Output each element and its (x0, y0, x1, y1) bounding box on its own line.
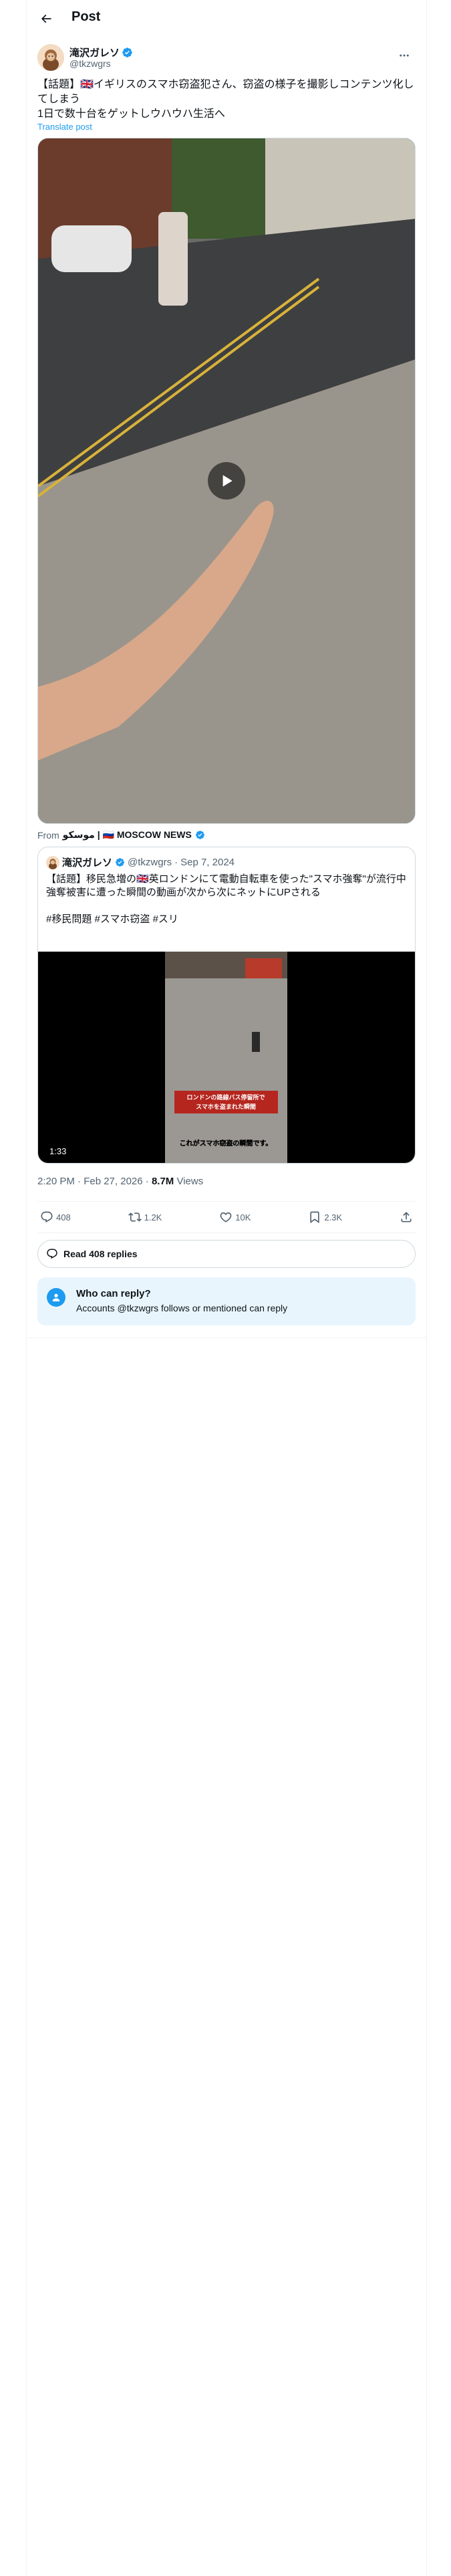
quote-caption-bottom: これがスマホ窃盗の瞬間です。 (180, 1139, 273, 1148)
more-horizontal-icon (400, 54, 409, 57)
views-count: 8.7M (151, 1176, 174, 1187)
more-options-button[interactable] (393, 44, 416, 67)
read-replies-label: Read 408 replies (63, 1249, 138, 1259)
main-column: Post 滝沢ガレソ @tkzwgrs 【話題】🇬🇧イギリスのスマホ窃盗犯さん、… (26, 0, 427, 2576)
quote-text-line1: 【話題】移民急増の🇬🇧英ロンドンにて電動自転車を使った"スマホ強奪"が流行中 (46, 873, 406, 885)
quote-video-frame: ロンドンの路線バス停留所で スマホを盗まれた瞬間 これがスマホ窃盗の瞬間です。 (165, 952, 287, 1163)
video-duration-badge: 1:33 (46, 1146, 70, 1157)
avatar-icon (37, 44, 64, 71)
post-timestamp: 2:20 PM · Feb 27, 2026 · 8.7M Views (37, 1176, 203, 1187)
author-name-line: 滝沢ガレソ (69, 45, 133, 60)
video-source-account[interactable]: موسكو | 🇷🇺 MOSCOW NEWS (63, 829, 192, 841)
quote-caption-top: ロンドンの路線バス停留所で (186, 1093, 265, 1101)
quote-video-thumbnail: ロンドンの路線バス停留所で スマホを盗まれた瞬間 これがスマホ窃盗の瞬間です。 (165, 952, 287, 1163)
avatar-icon (46, 855, 59, 869)
quote-caption-top-2: スマホを盗まれた瞬間 (196, 1103, 256, 1111)
views-label: Views (174, 1176, 204, 1187)
verified-badge-icon (116, 858, 124, 867)
reply-icon (47, 1249, 57, 1259)
verified-badge-icon (195, 831, 204, 839)
arrow-left-icon (41, 14, 51, 23)
like-button[interactable]: 10K (219, 1210, 251, 1224)
post-time[interactable]: 2:20 PM · Feb 27, 2026 · (37, 1176, 152, 1187)
share-button[interactable] (400, 1210, 413, 1224)
play-icon (222, 475, 233, 487)
who-can-reply-title: Who can reply? (76, 1288, 151, 1299)
quote-hashtags: #移民問題 #スマホ窃盗 #スリ (46, 914, 178, 925)
post-text-line2: 1日で数十台をゲットしウハウハ生活へ (37, 108, 225, 120)
heart-icon (220, 1212, 232, 1222)
video-source-prefix: From (37, 829, 59, 841)
author-row: 滝沢ガレソ @tkzwgrs (37, 44, 416, 72)
quote-date: Sep 7, 2024 (180, 857, 235, 868)
quote-header: 滝沢ガレソ @tkzwgrs · Sep 7, 2024 (46, 855, 235, 869)
post-text: 【話題】🇬🇧イギリスのスマホ窃盗犯さん、窃盗の様子を撮影しコンテンツ化してしまう… (37, 78, 416, 122)
post-text-line1: 【話題】🇬🇧イギリスのスマホ窃盗犯さん、窃盗の様子を撮影しコンテンツ化してしまう (37, 79, 414, 105)
avatar[interactable] (37, 44, 64, 71)
bookmark-count: 2.3K (324, 1212, 343, 1222)
quote-handle: @tkzwgrs (128, 857, 172, 868)
verified-badge-icon (122, 47, 132, 58)
user-icon (47, 1288, 65, 1307)
author-display-name[interactable]: 滝沢ガレソ (69, 45, 120, 60)
quoted-post[interactable]: 滝沢ガレソ @tkzwgrs · Sep 7, 2024 【話題】移民急増の🇬🇧… (37, 847, 416, 1164)
who-can-reply-subtitle: Accounts @tkzwgrs follows or mentioned c… (76, 1303, 288, 1313)
quote-text: 【話題】移民急増の🇬🇧英ロンドンにて電動自転車を使った"スマホ強奪"が流行中 強… (46, 873, 407, 926)
like-count: 10K (235, 1212, 251, 1222)
quote-avatar (46, 855, 59, 869)
repost-button[interactable]: 1.2K (128, 1210, 162, 1224)
play-button[interactable] (208, 462, 245, 500)
quote-text-line2: 強奪被害に遭った瞬間の動画が次から次にネットにUPされる (46, 887, 321, 898)
action-bar: 408 1.2K 10K 2.3K (37, 1201, 416, 1233)
page-header: Post (27, 0, 426, 37)
bookmark-icon (310, 1211, 319, 1224)
repost-count: 1.2K (144, 1212, 162, 1222)
author-handle[interactable]: @tkzwgrs (69, 58, 111, 69)
video-player[interactable] (37, 138, 416, 824)
reply-count: 408 (56, 1212, 71, 1222)
reply-button[interactable]: 408 (40, 1210, 71, 1224)
divider (27, 1337, 426, 1338)
translate-post-link[interactable]: Translate post (37, 122, 92, 132)
quote-video[interactable]: ロンドンの路線バス停留所で スマホを盗まれた瞬間 これがスマホ窃盗の瞬間です。 … (38, 952, 415, 1163)
read-replies-button[interactable]: Read 408 replies (37, 1240, 416, 1268)
video-source-line: From موسكو | 🇷🇺 MOSCOW NEWS (37, 829, 205, 841)
share-icon (401, 1212, 412, 1222)
repost-icon (128, 1212, 142, 1222)
who-can-reply-box: Who can reply? Accounts @tkzwgrs follows… (37, 1277, 416, 1325)
bookmark-button[interactable]: 2.3K (308, 1210, 342, 1224)
back-button[interactable] (34, 7, 58, 31)
quote-separator: · (174, 857, 178, 868)
quote-display-name: 滝沢ガレソ (62, 857, 113, 869)
page-title: Post (71, 9, 101, 24)
reply-icon (41, 1211, 53, 1223)
